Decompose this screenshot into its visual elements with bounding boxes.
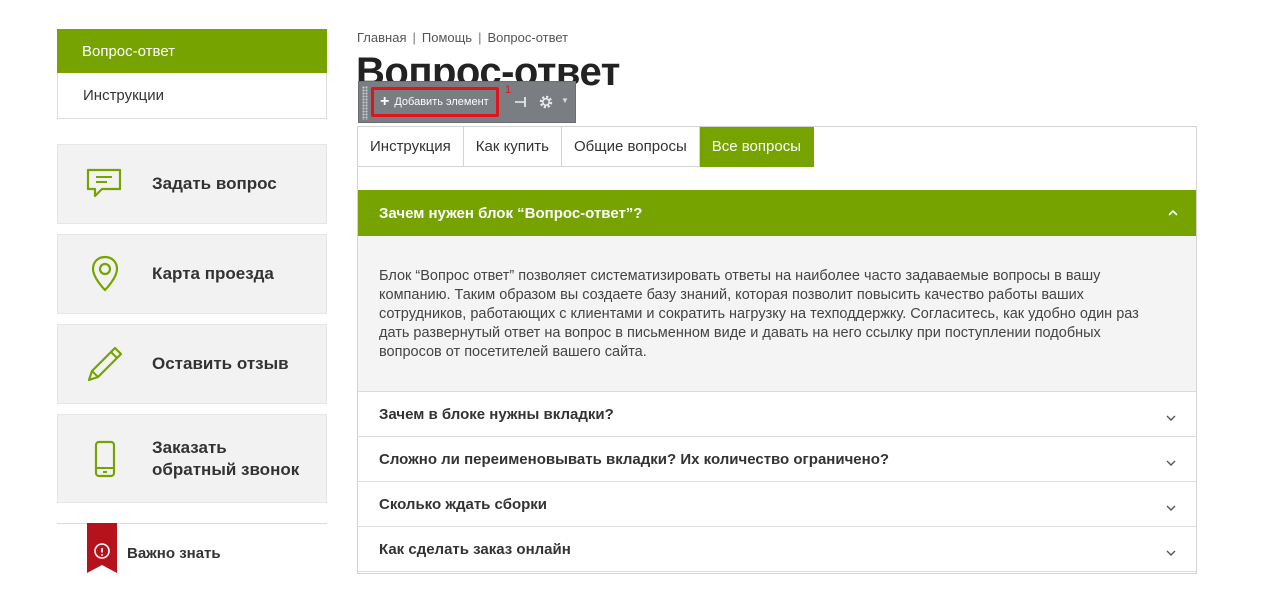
breadcrumb-item-help[interactable]: Помощь	[422, 30, 472, 45]
faq-answer: Блок “Вопрос ответ” позволяет систематиз…	[358, 236, 1196, 392]
tab-instruction[interactable]: Инструкция	[358, 127, 464, 167]
add-element-label: Добавить элемент	[394, 96, 489, 108]
breadcrumb: Главная | Помощь | Вопрос-ответ	[357, 30, 568, 45]
map-pin-icon	[58, 254, 152, 294]
pin-icon[interactable]	[513, 94, 529, 115]
sidebar-item-instructions[interactable]: Инструкции	[57, 73, 327, 119]
phone-icon	[58, 439, 152, 479]
breadcrumb-separator: |	[412, 30, 416, 45]
sidebar-menu: Вопрос-ответ Инструкции	[57, 29, 327, 119]
important-ribbon	[87, 523, 117, 573]
faq-item-open[interactable]: Зачем нужен блок “Вопрос-ответ”?	[358, 190, 1196, 236]
important-link[interactable]: Важно знать	[127, 545, 221, 562]
chevron-down-icon	[1166, 409, 1176, 426]
annotation-marker: 1	[505, 84, 512, 96]
faq-question: Зачем нужен блок “Вопрос-ответ”?	[379, 204, 643, 222]
chevron-down-icon	[1166, 499, 1176, 516]
sidebar-item-label: Инструкции	[83, 87, 165, 104]
chevron-down-icon[interactable]: ▼	[561, 96, 569, 105]
faq-item[interactable]: Сколько ждать сборки	[358, 482, 1196, 527]
faq-item[interactable]: Зачем в блоке нужны вкладки?	[358, 392, 1196, 437]
faq-question: Зачем в блоке нужны вкладки?	[379, 405, 614, 423]
callback-card[interactable]: Заказать обратный звонок	[57, 414, 327, 503]
faq-panel: Инструкция Как купить Общие вопросы Все …	[357, 126, 1197, 574]
callback-label: Заказать обратный звонок	[152, 437, 300, 479]
plus-icon: +	[380, 93, 390, 110]
tab-bar: Инструкция Как купить Общие вопросы Все …	[358, 127, 814, 167]
faq-item[interactable]: Как сделать заказ онлайн	[358, 527, 1196, 572]
map-label: Карта проезда	[152, 264, 274, 283]
faq-question: Сколько ждать сборки	[379, 495, 548, 513]
chevron-down-icon	[1166, 454, 1176, 471]
sidebar-item-label: Вопрос-ответ	[82, 42, 176, 60]
leave-review-card[interactable]: Оставить отзыв	[57, 324, 327, 404]
add-element-button[interactable]: + Добавить элемент	[371, 87, 499, 117]
edit-toolbar: + Добавить элемент 1 ▼	[358, 81, 576, 123]
map-card[interactable]: Карта проезда	[57, 234, 327, 314]
gear-icon[interactable]	[537, 93, 555, 116]
chevron-down-icon	[1166, 544, 1176, 561]
faq-question: Как сделать заказ онлайн	[379, 540, 571, 558]
faq-item[interactable]: Сложно ли переименовывать вкладки? Их ко…	[358, 437, 1196, 482]
drag-handle[interactable]	[362, 86, 368, 120]
ask-question-card[interactable]: Задать вопрос	[57, 144, 327, 224]
chat-icon	[58, 167, 152, 201]
breadcrumb-item-current: Вопрос-ответ	[487, 30, 569, 45]
tab-how-to-buy[interactable]: Как купить	[463, 127, 562, 167]
leave-review-label: Оставить отзыв	[152, 354, 289, 373]
tab-general-questions[interactable]: Общие вопросы	[562, 127, 700, 167]
breadcrumb-separator: |	[478, 30, 482, 45]
tab-all-questions[interactable]: Все вопросы	[699, 127, 814, 167]
sidebar-item-faq[interactable]: Вопрос-ответ	[57, 29, 327, 73]
chevron-up-icon	[1168, 204, 1178, 221]
pencil-icon	[58, 344, 152, 384]
faq-question: Сложно ли переименовывать вкладки? Их ко…	[379, 450, 890, 468]
breadcrumb-item-home[interactable]: Главная	[357, 30, 406, 45]
ask-question-label: Задать вопрос	[152, 174, 277, 193]
